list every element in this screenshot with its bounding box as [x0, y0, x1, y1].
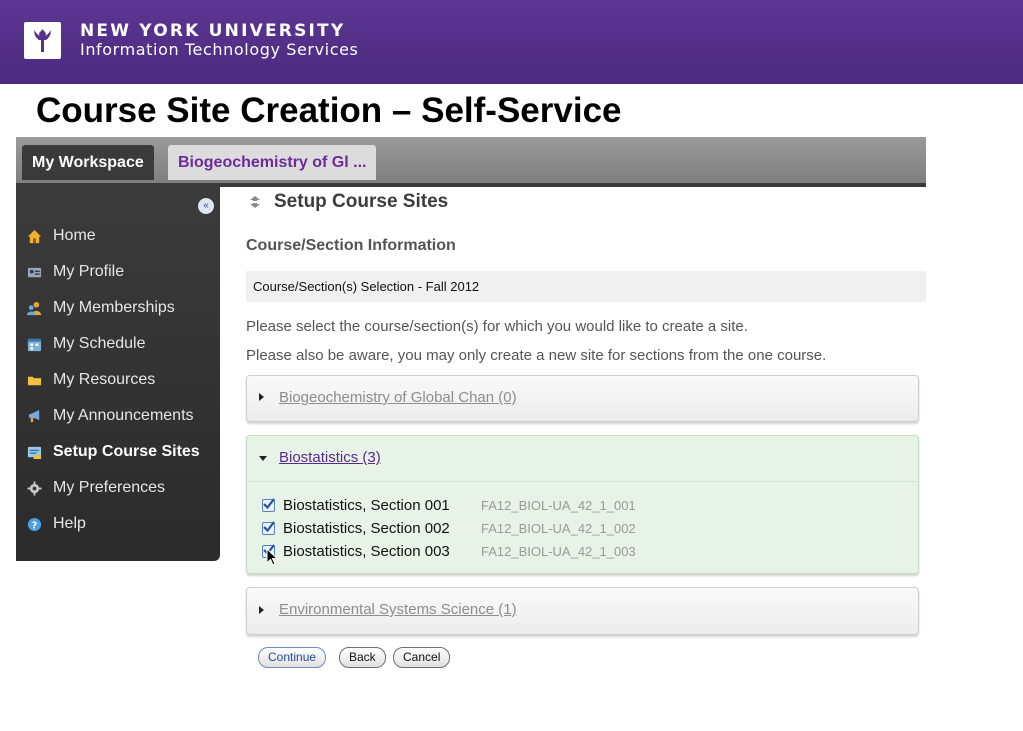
- sidebar-item-label: My Profile: [53, 263, 125, 280]
- page-title: Setup Course Sites: [274, 191, 449, 212]
- double-chevron-left-icon[interactable]: «: [198, 198, 214, 214]
- megaphone-icon: [26, 408, 42, 424]
- mouse-cursor-icon: [266, 547, 279, 571]
- course-link-biogeochemistry[interactable]: Biogeochemistry of Global Chan (0): [279, 388, 517, 408]
- sidebar-item-my-announcements[interactable]: My Announcements: [26, 404, 194, 428]
- back-button[interactable]: Back: [339, 647, 386, 668]
- section-name: Biostatistics, Section 002: [283, 519, 450, 537]
- section-code: FA12_BIOL-UA_42_1_002: [481, 520, 636, 536]
- continue-button[interactable]: Continue: [258, 647, 327, 668]
- department-name: Information Technology Services: [80, 40, 359, 59]
- sidebar-item-label: My Resources: [53, 371, 156, 388]
- sidebar-item-my-memberships[interactable]: My Memberships: [26, 296, 175, 320]
- home-icon: [26, 228, 42, 244]
- calendar-icon: [26, 336, 42, 352]
- people-icon: [26, 300, 42, 316]
- sidebar-item-label: My Memberships: [53, 299, 175, 316]
- cancel-button[interactable]: Cancel: [393, 647, 451, 668]
- section-row: Biostatistics, Section 002 FA12_BIOL-UA_…: [262, 517, 636, 539]
- course-link-biostatistics[interactable]: Biostatistics (3): [279, 448, 381, 468]
- section-row: Biostatistics, Section 003 FA12_BIOL-UA_…: [262, 540, 636, 562]
- university-name: NEW YORK UNIVERSITY: [80, 21, 346, 41]
- course-link-environmental[interactable]: Environmental Systems Science (1): [279, 600, 517, 620]
- sidebar-item-label: Help: [53, 515, 86, 532]
- sidebar-item-label: Home: [53, 227, 96, 244]
- sidebar-item-label: My Preferences: [53, 479, 166, 496]
- section-checkbox[interactable]: [262, 497, 275, 512]
- caret-right-icon[interactable]: [259, 606, 264, 614]
- sidebar-item-my-schedule[interactable]: My Schedule: [26, 332, 146, 356]
- sidebar-item-label: My Announcements: [53, 407, 194, 424]
- section-code: FA12_BIOL-UA_42_1_001: [481, 497, 636, 513]
- sidebar-item-setup-course-sites[interactable]: Setup Course Sites: [26, 440, 200, 464]
- refresh-arrows-icon: [247, 194, 263, 215]
- tab-biogeochemistry[interactable]: Biogeochemistry of Gl ...: [168, 145, 377, 180]
- sidebar-item-label: My Schedule: [53, 335, 146, 352]
- section-name: Biostatistics, Section 001: [283, 496, 450, 514]
- section-code: FA12_BIOL-UA_42_1_003: [481, 543, 636, 559]
- profile-card-icon: [26, 264, 42, 280]
- gear-icon: [26, 480, 42, 496]
- tab-my-workspace[interactable]: My Workspace: [22, 145, 154, 180]
- help-icon: ?: [26, 516, 42, 532]
- selection-label: Course/Section(s) Selection - Fall 2012: [253, 279, 480, 294]
- svg-text:?: ?: [31, 520, 36, 531]
- caret-right-icon[interactable]: [259, 393, 264, 401]
- slide-title: Course Site Creation – Self-Service: [36, 91, 622, 130]
- panel-divider: [246, 481, 919, 482]
- torch-icon: [24, 22, 61, 59]
- caret-down-icon[interactable]: [259, 456, 267, 461]
- sidebar-item-label: Setup Course Sites: [53, 443, 200, 460]
- instruction-text: Please also be aware, you may only creat…: [246, 347, 827, 364]
- sidebar-item-help[interactable]: ? Help: [26, 512, 86, 536]
- sidebar-item-my-resources[interactable]: My Resources: [26, 368, 155, 392]
- sidebar-item-home[interactable]: Home: [26, 224, 96, 248]
- section-row: Biostatistics, Section 001 FA12_BIOL-UA_…: [262, 494, 636, 516]
- sidebar-item-my-profile[interactable]: My Profile: [26, 260, 124, 284]
- section-heading: Course/Section Information: [246, 237, 456, 254]
- folder-icon: [26, 372, 42, 388]
- section-name: Biostatistics, Section 003: [283, 542, 450, 560]
- instruction-text: Please select the course/section(s) for …: [246, 318, 748, 335]
- sidebar-item-my-preferences[interactable]: My Preferences: [26, 476, 165, 500]
- site-setup-icon: [26, 444, 42, 460]
- section-checkbox[interactable]: [262, 520, 275, 535]
